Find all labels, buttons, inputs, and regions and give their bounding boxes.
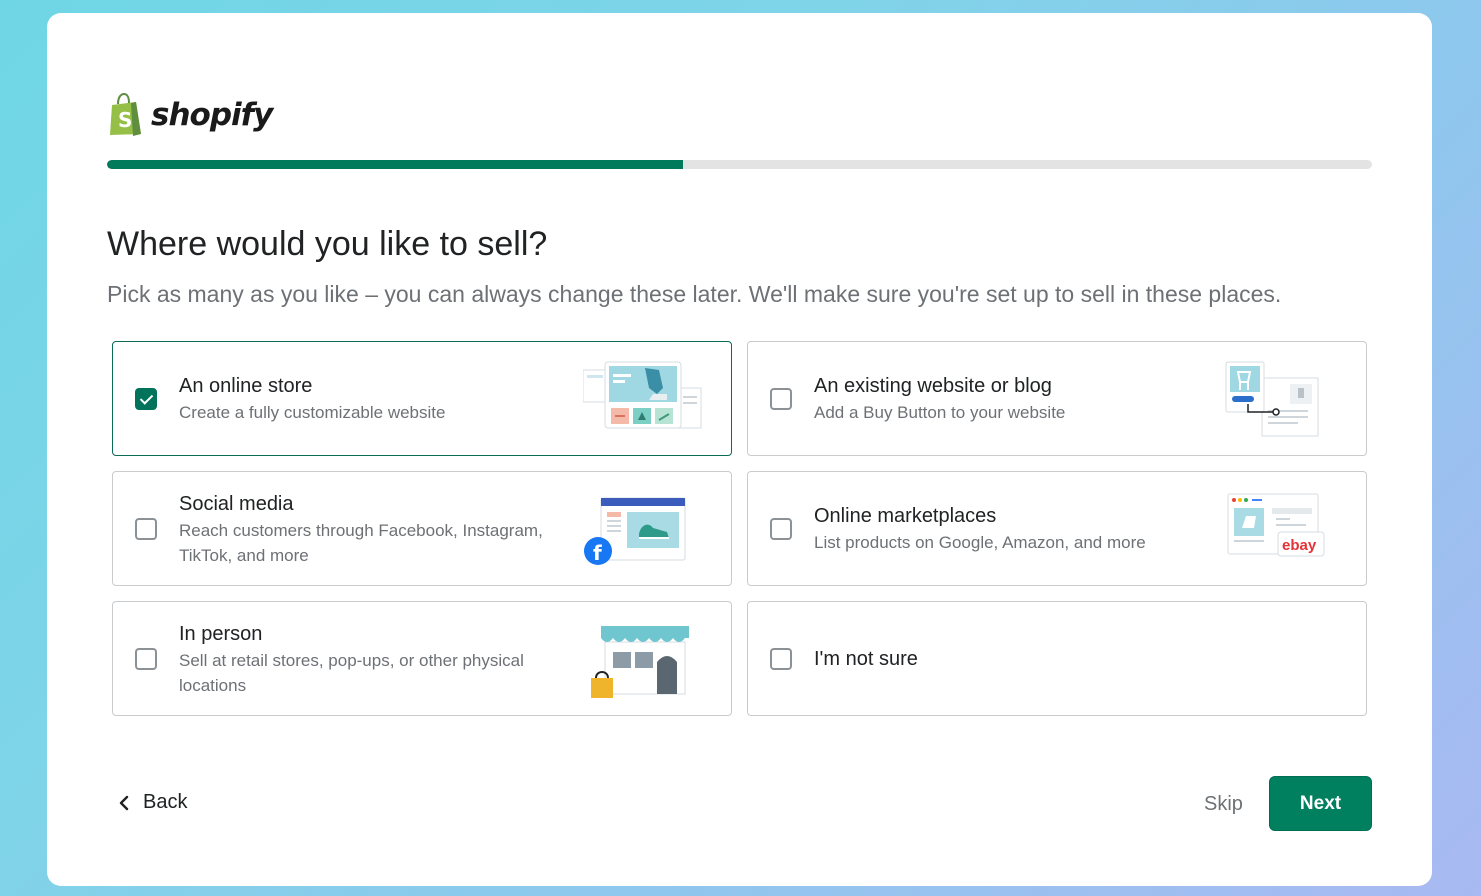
option-title: Online marketplaces (814, 505, 997, 527)
skip-button[interactable]: Skip (1204, 793, 1243, 816)
ebay-logo: ebay (1282, 537, 1317, 554)
option-text: In person Sell at retail stores, pop-ups… (179, 620, 561, 698)
checkbox-not-sure[interactable] (770, 647, 792, 670)
option-description: List products on Google, Amazon, and mor… (814, 533, 1146, 552)
sell-options-grid: An online store Create a fully customiza… (112, 341, 1367, 716)
progress-fill (107, 160, 683, 169)
option-online-store[interactable]: An online store Create a fully customiza… (112, 341, 732, 456)
option-description: Add a Buy Button to your website (814, 403, 1066, 422)
option-title: Social media (179, 492, 294, 515)
storefront-illustration (591, 626, 689, 698)
option-title: An existing website or blog (814, 375, 1052, 397)
option-text: I'm not sure (814, 645, 1196, 673)
option-text: An existing website or blog Add a Buy Bu… (814, 372, 1196, 425)
option-online-marketplaces[interactable]: Online marketplaces List products on Goo… (747, 471, 1367, 586)
checkbox-existing-website[interactable] (770, 387, 792, 410)
option-title: An online store (179, 375, 313, 397)
next-button[interactable]: Next (1269, 776, 1372, 831)
svg-text:f: f (593, 541, 602, 565)
option-existing-website[interactable]: An existing website or blog Add a Buy Bu… (747, 341, 1367, 456)
back-label: Back (143, 791, 188, 813)
shopify-wordmark: shopify (151, 97, 273, 133)
buy-button-illustration (1225, 361, 1319, 437)
option-title: In person (179, 622, 263, 645)
option-text: Online marketplaces List products on Goo… (814, 502, 1196, 555)
online-store-illustration (583, 361, 702, 429)
checkbox-online-marketplaces[interactable] (770, 517, 792, 540)
option-description: Reach customers through Facebook, Instag… (179, 520, 543, 565)
marketplace-illustration: ebay (1227, 493, 1325, 557)
checkbox-social-media[interactable] (135, 517, 157, 540)
option-social-media[interactable]: Social media Reach customers through Fac… (112, 471, 732, 586)
page-title: Where would you like to sell? (107, 225, 548, 263)
shopify-logo: S shopify (107, 93, 273, 137)
checkbox-online-store[interactable] (135, 387, 157, 410)
option-description: Create a fully customizable website (179, 403, 446, 422)
option-not-sure[interactable]: I'm not sure (747, 601, 1367, 716)
option-in-person[interactable]: In person Sell at retail stores, pop-ups… (112, 601, 732, 716)
back-button[interactable]: Back (117, 791, 187, 814)
checkbox-in-person[interactable] (135, 647, 157, 670)
option-text: An online store Create a fully customiza… (179, 372, 561, 425)
progress-bar (107, 160, 1372, 169)
svg-text:S: S (118, 108, 132, 132)
chevron-left-icon (119, 795, 129, 810)
option-text: Social media Reach customers through Fac… (179, 490, 561, 568)
social-media-illustration: f (584, 497, 686, 565)
option-description: Sell at retail stores, pop-ups, or other… (179, 650, 524, 695)
onboarding-card: S shopify Where would you like to sell? … (47, 13, 1432, 886)
page-subtitle: Pick as many as you like – you can alway… (107, 281, 1282, 307)
shopify-bag-icon: S (110, 93, 141, 136)
option-title: I'm not sure (814, 647, 918, 670)
